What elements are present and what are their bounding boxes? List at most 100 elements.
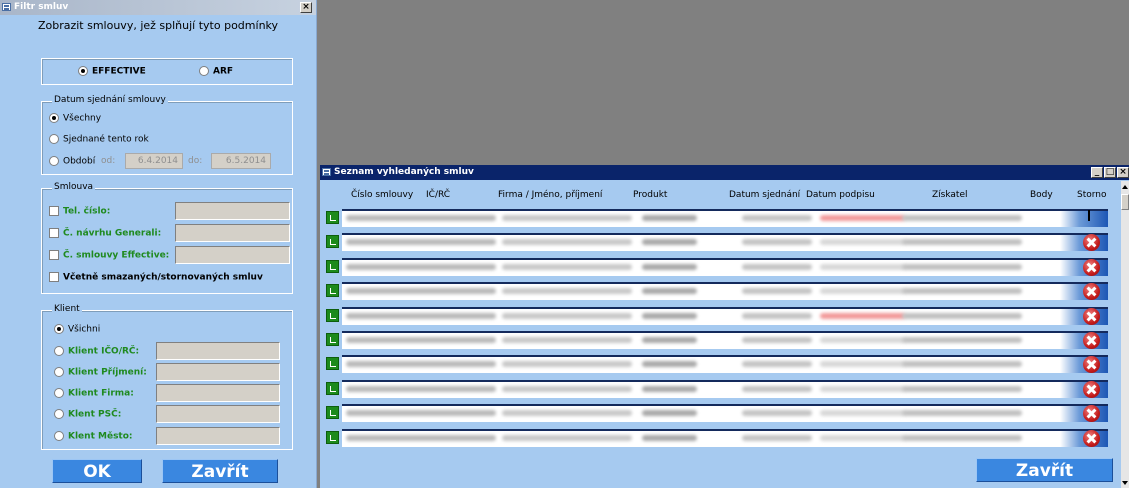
client-zip-field[interactable] — [156, 405, 280, 423]
storno-icon[interactable] — [1083, 429, 1100, 447]
list-titlebar[interactable]: Seznam vyhledaných smluv _ □ × — [320, 165, 1129, 180]
minimize-icon[interactable]: _ — [1091, 167, 1103, 178]
table-row[interactable] — [326, 232, 1108, 254]
check-proposal[interactable]: Č. návrhu Generali: — [49, 228, 161, 239]
radio-client-city[interactable]: Klent Město: — [54, 431, 133, 442]
radio-date-this-year[interactable]: Sjednané tento rok — [49, 134, 149, 145]
table-row[interactable] — [326, 208, 1108, 230]
client-company-field[interactable] — [156, 384, 280, 402]
client-ico-field[interactable] — [156, 342, 280, 360]
table-row[interactable] — [326, 403, 1108, 425]
open-contract-icon[interactable] — [326, 430, 339, 444]
redacted-cell — [902, 288, 1022, 295]
scroll-down-icon[interactable] — [1122, 481, 1128, 485]
open-contract-icon[interactable] — [326, 259, 339, 273]
check-contract[interactable]: Č. smlouvy Effective: — [49, 250, 169, 261]
check-include-deleted[interactable]: Včetně smazaných/stornovaných smluv — [49, 272, 263, 283]
radio-period-icon[interactable] — [49, 156, 59, 166]
table-row[interactable] — [326, 354, 1108, 376]
open-contract-icon[interactable] — [326, 406, 339, 420]
redacted-cell — [742, 337, 812, 343]
client-surname-field[interactable] — [156, 363, 280, 381]
table-row[interactable] — [326, 428, 1108, 450]
close-icon[interactable]: × — [300, 2, 312, 13]
row-cells — [342, 331, 1108, 349]
source-group: EFFECTIVE ARF — [41, 58, 293, 85]
radio-date-all-icon[interactable] — [49, 113, 59, 123]
col-date-signed[interactable]: Datum podpisu — [806, 190, 875, 200]
scroll-up-icon[interactable] — [1122, 185, 1128, 189]
radio-client-zip-icon[interactable] — [54, 409, 64, 419]
open-contract-icon[interactable] — [326, 308, 339, 322]
col-storno[interactable]: Storno — [1077, 190, 1107, 200]
radio-client-ico[interactable]: Klient IČO/RČ: — [54, 346, 139, 357]
col-name[interactable]: Firma / Jméno, příjmení — [498, 190, 602, 200]
open-contract-icon[interactable] — [326, 211, 339, 224]
radio-effective-icon[interactable] — [78, 66, 88, 76]
check-proposal-label: Č. návrhu Generali: — [63, 228, 162, 239]
date-from-field[interactable]: 6.4.2014 — [125, 153, 183, 169]
radio-client-company-icon[interactable] — [54, 388, 64, 398]
storno-icon[interactable] — [1083, 380, 1100, 398]
table-row[interactable] — [326, 379, 1108, 401]
radio-client-company[interactable]: Klient Firma: — [54, 388, 134, 399]
radio-effective[interactable]: EFFECTIVE — [78, 66, 146, 77]
open-contract-icon[interactable] — [326, 381, 339, 395]
radio-arf[interactable]: ARF — [199, 66, 233, 77]
col-product[interactable]: Produkt — [633, 190, 667, 200]
list-close-button[interactable]: Zavřít — [976, 458, 1113, 482]
check-include-deleted-box[interactable] — [49, 272, 59, 282]
radio-date-period[interactable]: Období — [49, 156, 95, 167]
filter-close-button[interactable]: Zavřít — [162, 459, 278, 483]
radio-client-all-icon[interactable] — [54, 324, 64, 334]
storno-icon[interactable] — [1083, 258, 1100, 276]
col-points[interactable]: Body — [1030, 190, 1053, 200]
redacted-cell — [820, 312, 905, 319]
radio-client-zip[interactable]: Klent PSČ: — [54, 409, 121, 420]
redacted-cell — [346, 312, 496, 319]
check-contract-box[interactable] — [49, 250, 59, 260]
radio-client-surname[interactable]: Klient Příjmení: — [54, 367, 147, 378]
radio-client-all-label: Všichni — [68, 324, 101, 335]
check-tel-box[interactable] — [49, 206, 59, 216]
col-date-concluded[interactable]: Datum sjednání — [729, 190, 800, 200]
radio-client-ico-icon[interactable] — [54, 346, 64, 356]
close-icon[interactable]: × — [1117, 167, 1129, 178]
redacted-cell — [642, 263, 697, 270]
table-row[interactable] — [326, 281, 1108, 303]
filter-titlebar[interactable]: Filtr smluv × — [0, 0, 316, 15]
check-tel-label: Tel. číslo: — [63, 206, 111, 217]
tel-field[interactable] — [175, 202, 290, 220]
open-contract-icon[interactable] — [326, 357, 339, 371]
radio-client-company-label: Klient Firma: — [68, 388, 134, 399]
list-scrollbar[interactable] — [1121, 181, 1129, 488]
redacted-cell — [742, 385, 812, 392]
col-contract-number[interactable]: Číslo smlouvy — [351, 190, 413, 200]
open-contract-icon[interactable] — [326, 235, 339, 249]
maximize-icon[interactable]: □ — [1104, 167, 1116, 178]
storno-icon[interactable] — [1083, 307, 1100, 325]
contract-field[interactable] — [175, 246, 290, 264]
radio-this-year-icon[interactable] — [49, 134, 59, 144]
radio-arf-icon[interactable] — [199, 66, 209, 76]
radio-client-city-icon[interactable] — [54, 431, 64, 441]
radio-date-all[interactable]: Všechny — [49, 113, 101, 124]
scroll-thumb[interactable] — [1121, 194, 1129, 210]
col-ico[interactable]: IČ/RČ — [426, 190, 450, 200]
check-proposal-box[interactable] — [49, 228, 59, 238]
open-contract-icon[interactable] — [326, 284, 339, 298]
radio-client-surname-icon[interactable] — [54, 367, 64, 377]
col-acquirer[interactable]: Získatel — [932, 190, 968, 200]
ok-button[interactable]: OK — [52, 459, 142, 483]
open-contract-icon[interactable] — [326, 333, 339, 346]
client-city-field[interactable] — [156, 427, 280, 445]
redacted-cell — [820, 239, 905, 246]
check-tel[interactable]: Tel. číslo: — [49, 206, 110, 217]
radio-client-all[interactable]: Všichni — [54, 324, 100, 335]
table-row[interactable] — [326, 257, 1108, 279]
proposal-field[interactable] — [175, 224, 290, 242]
date-to-field[interactable]: 6.5.2014 — [211, 153, 271, 169]
storno-icon[interactable] — [1083, 332, 1100, 349]
table-row[interactable] — [326, 306, 1108, 328]
table-row[interactable] — [326, 330, 1108, 352]
